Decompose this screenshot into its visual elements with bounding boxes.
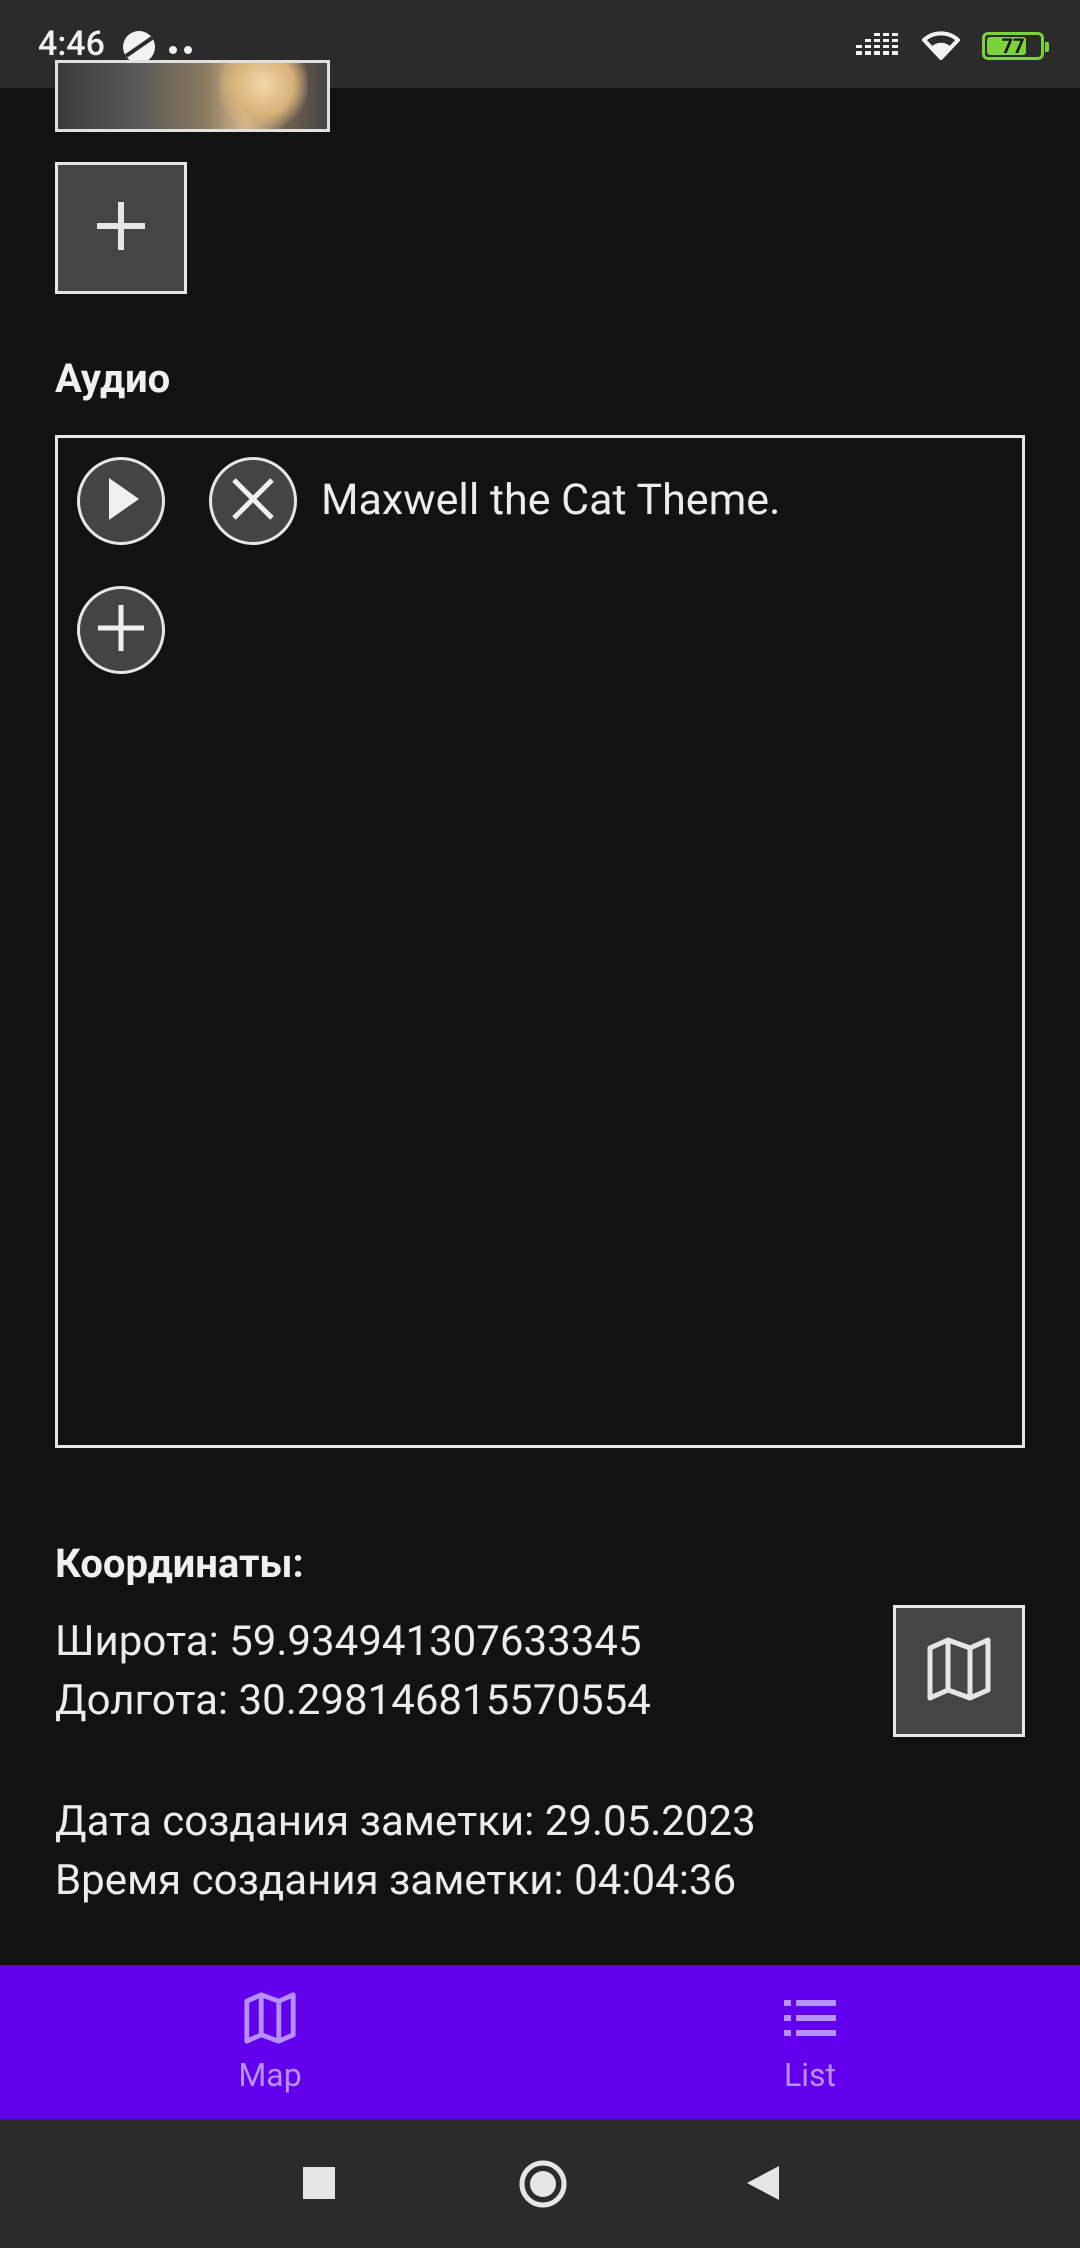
- photo-thumbnail[interactable]: [55, 60, 330, 132]
- square-icon: [302, 2167, 336, 2204]
- status-time: 4:46: [38, 24, 105, 64]
- dots-icon: [168, 40, 194, 59]
- back-button[interactable]: [745, 2164, 781, 2206]
- latitude-text: Широта: 59.934941307633345: [55, 1617, 642, 1666]
- home-button[interactable]: [518, 2159, 568, 2213]
- add-audio-button[interactable]: [77, 586, 165, 674]
- nav-item-list[interactable]: List: [540, 1965, 1080, 2119]
- plus-icon: [94, 601, 148, 659]
- system-navigation-bar: [0, 2119, 1080, 2248]
- audio-item-name: Maxwell the Cat Theme.: [321, 475, 781, 525]
- photo-highlight: [218, 63, 308, 129]
- map-icon: [924, 1634, 994, 1708]
- coordinates-title: Координаты:: [55, 1540, 304, 1587]
- home-circle-icon: [518, 2160, 568, 2213]
- nav-item-list-label: List: [784, 2056, 836, 2094]
- longitude-text: Долгота: 30.298146815570554: [55, 1676, 651, 1725]
- map-icon: [242, 1990, 298, 2050]
- recents-button[interactable]: [302, 2166, 336, 2204]
- play-button[interactable]: [77, 457, 165, 545]
- list-icon: [782, 1990, 838, 2050]
- wifi-icon: [920, 28, 962, 64]
- battery-icon: 77: [982, 32, 1049, 60]
- created-time-text: Время создания заметки: 04:04:36: [55, 1856, 737, 1905]
- nav-item-map-label: Map: [238, 2056, 302, 2094]
- nav-item-map[interactable]: Map: [0, 1965, 540, 2119]
- show-on-map-button[interactable]: [893, 1605, 1025, 1737]
- play-icon: [101, 476, 141, 526]
- audio-list: Maxwell the Cat Theme.: [55, 435, 1025, 1448]
- audio-section-title: Аудио: [55, 355, 171, 402]
- remove-audio-button[interactable]: [209, 457, 297, 545]
- battery-percent: 77: [1001, 34, 1025, 58]
- signal-icon: [856, 29, 900, 63]
- add-photo-button[interactable]: [55, 162, 187, 294]
- created-date-text: Дата создания заметки: 29.05.2023: [55, 1797, 756, 1846]
- close-icon: [228, 474, 278, 528]
- bottom-navigation: Map List: [0, 1965, 1080, 2119]
- back-triangle-icon: [745, 2166, 781, 2206]
- plus-icon: [91, 196, 151, 260]
- status-right-icons: 77: [856, 28, 1049, 64]
